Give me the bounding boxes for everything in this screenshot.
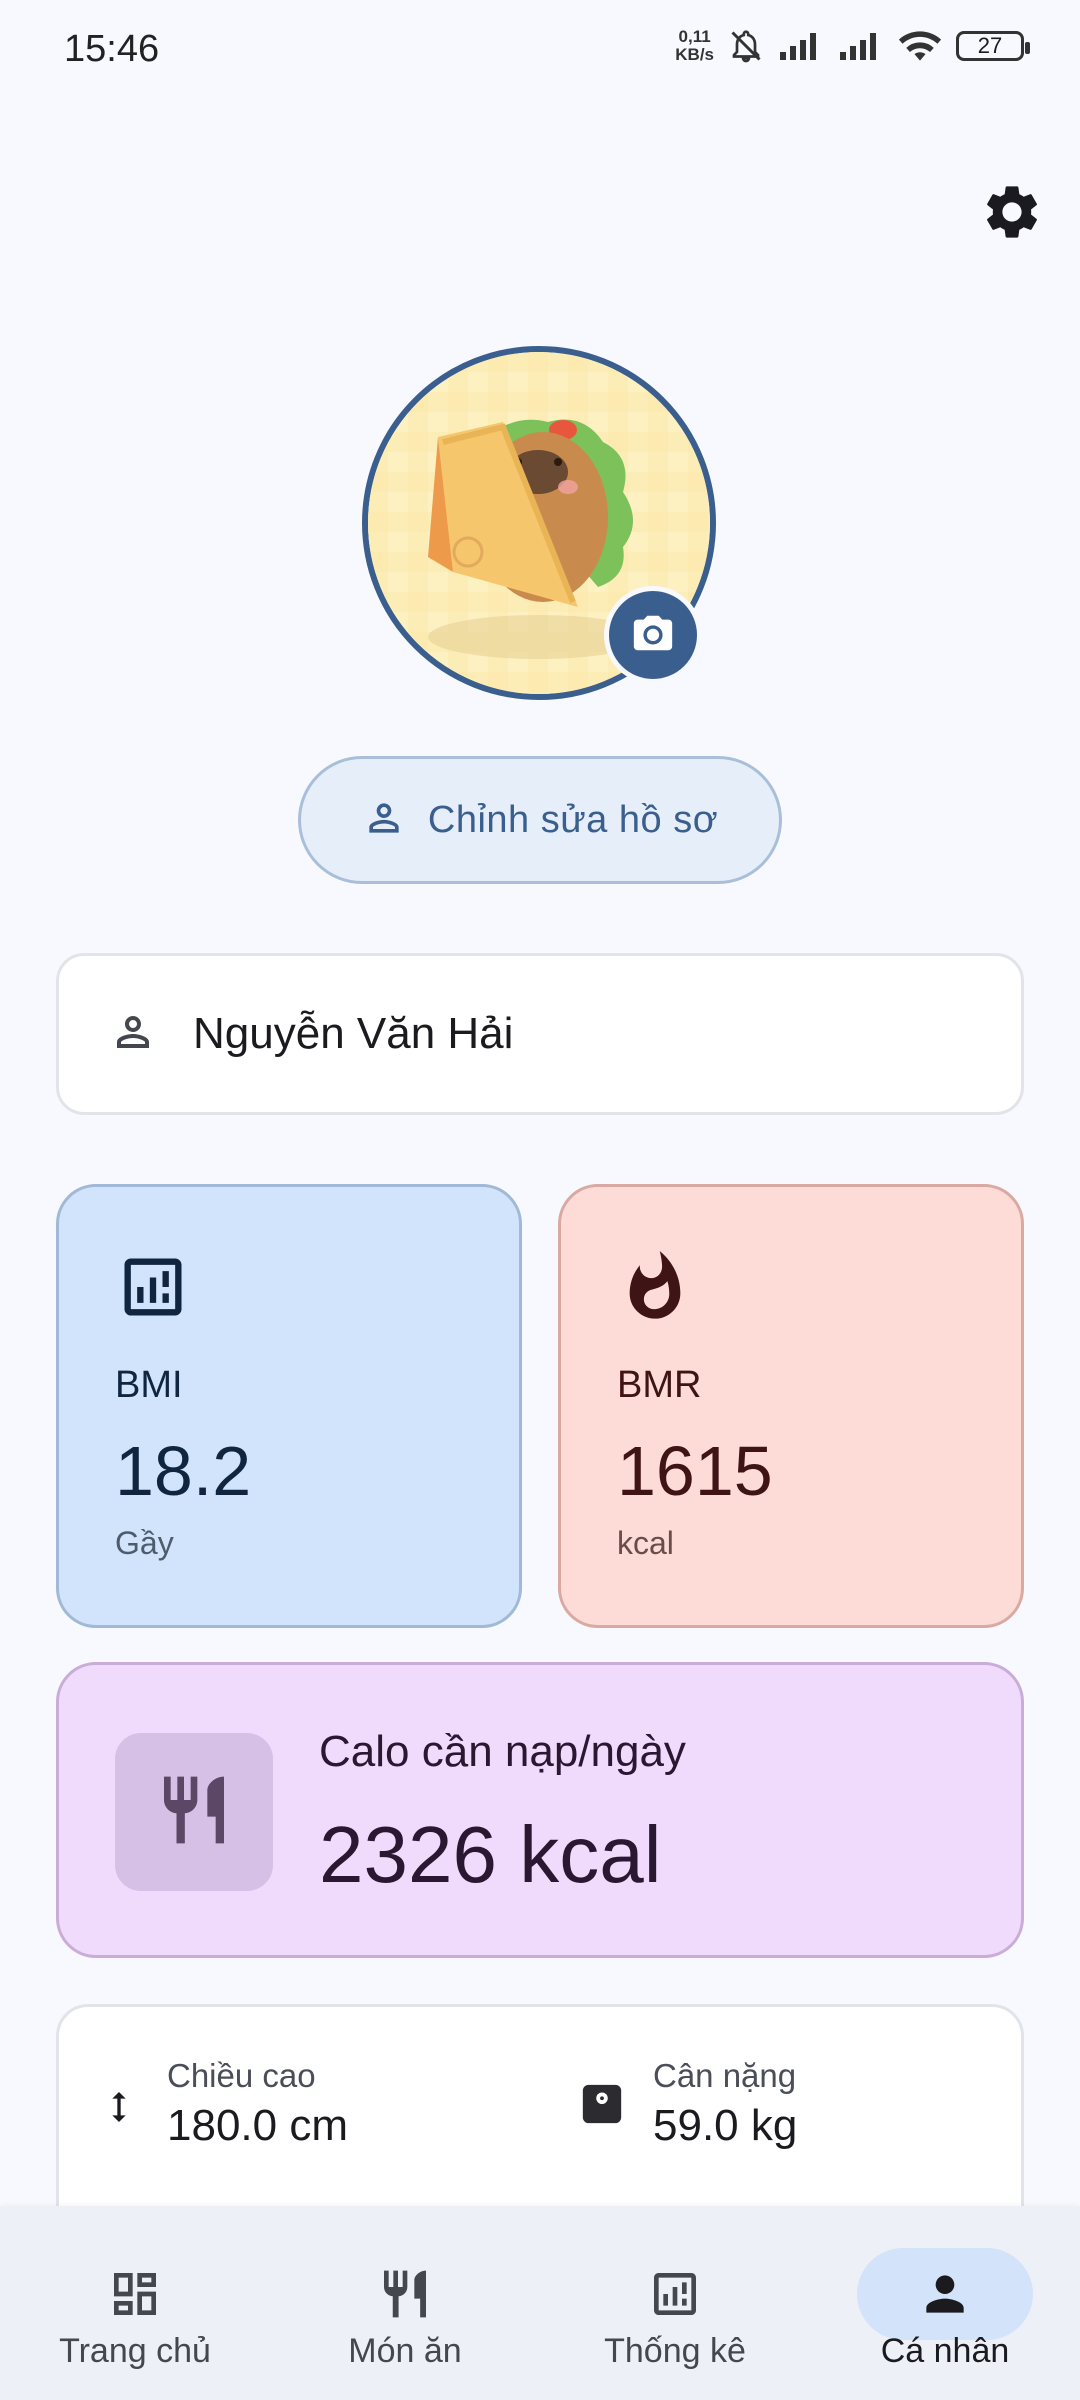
person-icon (857, 2248, 1033, 2340)
dashboard-icon (47, 2248, 223, 2340)
network-speed: 0,11 KB/s (675, 27, 714, 64)
nav-item-home[interactable]: Trang chủ (0, 2206, 270, 2400)
weight-label: Cân nặng (653, 2057, 797, 2094)
nav-item-food[interactable]: Món ăn (270, 2206, 540, 2400)
edit-profile-button[interactable]: Chỉnh sửa hồ sơ (298, 756, 782, 884)
nav-label-food: Món ăn (348, 2332, 462, 2370)
height-item: Chiều cao 180.0 cm (99, 2057, 348, 2151)
nav-item-stats[interactable]: Thống kê (540, 2206, 810, 2400)
bmr-value: 1615 (617, 1432, 773, 1510)
settings-button[interactable] (980, 180, 1044, 244)
nav-label-profile: Cá nhân (880, 2332, 1010, 2370)
bell-off-icon (728, 28, 764, 64)
gear-icon (980, 186, 1044, 248)
person-outline-icon (362, 796, 406, 845)
fire-icon (617, 1251, 693, 1329)
signal-icon (778, 30, 824, 62)
nav-label-home: Trang chủ (59, 2332, 211, 2370)
camera-icon (630, 610, 676, 661)
bottom-navigation: Trang chủ Món ăn Thống kê Cá nhân (0, 2206, 1080, 2400)
restaurant-icon (154, 1770, 234, 1855)
user-name-card: Nguyễn Văn Hải (56, 953, 1024, 1115)
status-icons: 0,11 KB/s 27 (675, 27, 1030, 64)
daily-calories-card: Calo cần nạp/ngày 2326 kcal (56, 1662, 1024, 1958)
status-bar: 15:46 0,11 KB/s 27 (0, 0, 1080, 105)
scale-icon (579, 2081, 625, 2132)
calories-icon-box (115, 1733, 273, 1891)
bmi-chart-icon (115, 1258, 191, 1329)
calories-value: 2326 kcal (319, 1810, 662, 1899)
restaurant-icon (317, 2248, 493, 2340)
status-time: 15:46 (64, 28, 160, 70)
bmi-label: BMI (115, 1364, 183, 1406)
battery-indicator: 27 (956, 31, 1030, 61)
nav-item-profile[interactable]: Cá nhân (810, 2206, 1080, 2400)
stats-icon (587, 2248, 763, 2340)
person-outline-icon (109, 1008, 157, 1061)
bmi-card: BMI 18.2 Gầy (56, 1184, 522, 1628)
signal-icon-2 (838, 30, 884, 62)
height-value: 180.0 cm (167, 2101, 348, 2150)
height-label: Chiều cao (167, 2057, 316, 2094)
wifi-icon (898, 29, 942, 63)
weight-value: 59.0 kg (653, 2101, 798, 2150)
nav-label-stats: Thống kê (604, 2332, 746, 2370)
bmi-status: Gầy (115, 1525, 174, 1561)
edit-profile-label: Chỉnh sửa hồ sơ (427, 798, 719, 841)
bmr-unit: kcal (617, 1525, 674, 1561)
user-name: Nguyễn Văn Hải (193, 1009, 514, 1058)
calories-label: Calo cần nạp/ngày (319, 1727, 686, 1776)
bmr-label: BMR (617, 1364, 702, 1406)
bmr-card: BMR 1615 kcal (558, 1184, 1024, 1628)
change-photo-button[interactable] (604, 586, 702, 684)
weight-item: Cân nặng 59.0 kg (579, 2057, 797, 2151)
bmi-value: 18.2 (115, 1432, 252, 1510)
height-icon (99, 2083, 139, 2136)
